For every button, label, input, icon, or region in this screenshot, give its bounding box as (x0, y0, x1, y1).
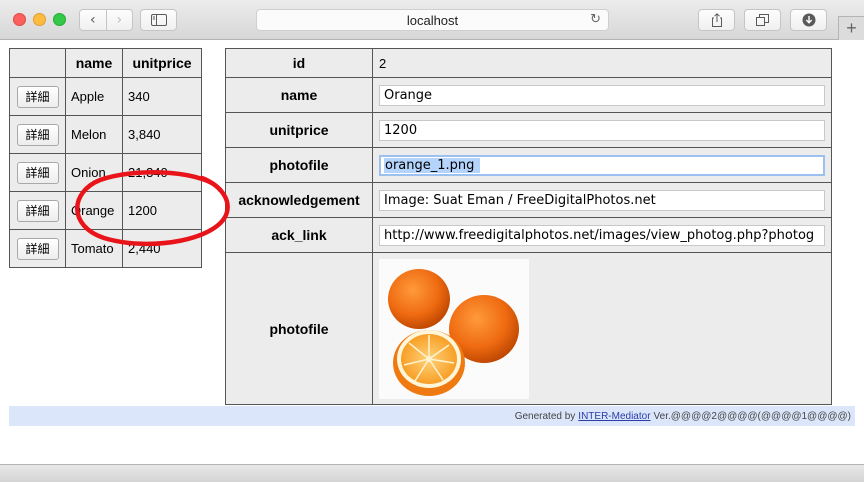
row-name: Apple (65, 77, 123, 116)
field-label: id (225, 48, 373, 78)
browser-bottom-bar (0, 464, 864, 482)
reload-icon[interactable]: ↻ (590, 12, 601, 27)
row-unitprice: 3,840 (122, 115, 202, 154)
inter-mediator-link[interactable]: INTER-Mediator (578, 411, 650, 422)
field-label: photofile (225, 147, 373, 183)
list-header-unitprice: unitprice (122, 48, 202, 78)
generated-by-footer: Generated by INTER-Mediator Ver.@@@@2@@@… (9, 406, 855, 426)
field-label: photofile (225, 252, 373, 405)
maximize-window-button[interactable] (53, 13, 66, 26)
row-name: Orange (65, 191, 123, 230)
detail-button[interactable]: 詳細 (16, 123, 59, 146)
field-label: unitprice (225, 112, 373, 148)
detail-button[interactable]: 詳細 (16, 161, 59, 184)
detail-button[interactable]: 詳細 (16, 85, 59, 108)
detail-row-photofile: photofile (225, 147, 832, 183)
nav-buttons: ‹ › (79, 9, 133, 31)
tabs-icon (756, 14, 769, 26)
close-window-button[interactable] (13, 13, 26, 26)
detail-row-unitprice: unitprice (225, 112, 832, 148)
back-button[interactable]: ‹ (80, 10, 106, 30)
row-name: Tomato (65, 229, 123, 268)
minimize-window-button[interactable] (33, 13, 46, 26)
download-icon (802, 13, 815, 27)
share-icon (711, 13, 722, 27)
row-name: Onion (65, 153, 123, 192)
row-unitprice: 21,340 (122, 153, 202, 192)
field-label: ack_link (225, 217, 373, 253)
product-photo (379, 258, 529, 399)
photofile-input[interactable] (379, 154, 825, 176)
table-row: 詳細 Orange 1200 (9, 191, 202, 230)
acknowledgement-input[interactable] (379, 189, 825, 211)
downloads-button[interactable] (790, 9, 827, 31)
detail-row-photo: photofile (225, 252, 832, 405)
share-button[interactable] (698, 9, 735, 31)
detail-row-acknowledgement: acknowledgement (225, 182, 832, 218)
footer-version: Ver.@@@@2@@@@(@@@@1@@@@) (653, 410, 851, 422)
forward-button[interactable]: › (105, 10, 133, 30)
table-row: 詳細 Apple 340 (9, 77, 202, 116)
new-tab-button[interactable]: + (838, 16, 864, 40)
sidebar-button[interactable] (140, 9, 177, 31)
row-unitprice: 1200 (122, 191, 202, 230)
list-header-name: name (65, 48, 123, 78)
ack-link-input[interactable] (379, 224, 825, 246)
name-input[interactable] (379, 84, 825, 106)
detail-row-ack-link: ack_link (225, 217, 832, 253)
field-label: acknowledgement (225, 182, 373, 218)
detail-button[interactable]: 詳細 (16, 237, 59, 260)
row-unitprice: 2,440 (122, 229, 202, 268)
table-row: 詳細 Melon 3,840 (9, 115, 202, 154)
list-header-blank (9, 48, 66, 78)
url-text: localhost (406, 12, 459, 28)
sidebar-icon (150, 14, 167, 26)
field-label: name (225, 77, 373, 113)
row-name: Melon (65, 115, 123, 154)
unitprice-input[interactable] (379, 119, 825, 141)
detail-row-name: name (225, 77, 832, 113)
row-unitprice: 340 (122, 77, 202, 116)
product-list-table: name unitprice 詳細 Apple 340 詳細 Melon 3,8… (9, 48, 202, 268)
list-header-row: name unitprice (9, 48, 202, 78)
table-row: 詳細 Onion 21,340 (9, 153, 202, 192)
product-detail-table: id 2 name unitprice photofile acknowledg… (225, 48, 832, 405)
id-value: 2 (372, 48, 832, 78)
address-bar[interactable]: localhost ↻ (256, 9, 609, 31)
browser-titlebar: ‹ › localhost ↻ (0, 0, 864, 40)
table-row: 詳細 Tomato 2,440 (9, 229, 202, 268)
detail-row-id: id 2 (225, 48, 832, 78)
oranges-image (388, 268, 519, 396)
detail-button[interactable]: 詳細 (16, 199, 59, 222)
footer-prefix: Generated by (514, 410, 576, 422)
tabs-button[interactable] (744, 9, 781, 31)
